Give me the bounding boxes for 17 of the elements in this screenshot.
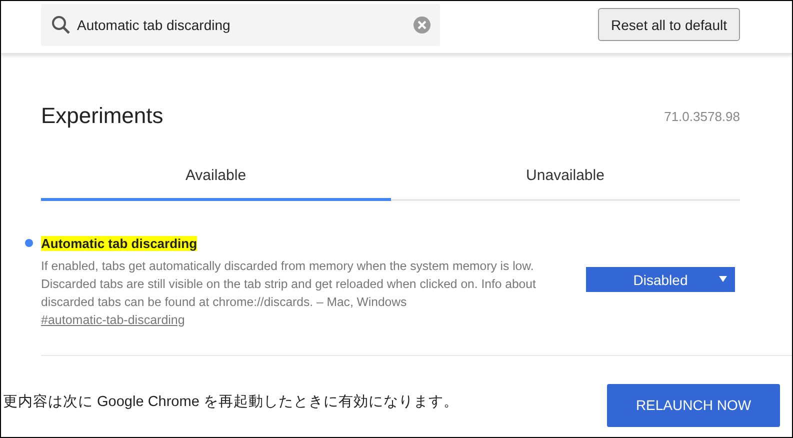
status-dot [25, 239, 33, 247]
experiment-description: If enabled, tabs get automatically discarded from memory when the system memory is low. Discarded tabs are still visible on the tab strip and get reloaded when clicked on. Info about discarded tabs can be found at chrome://discards. – Mac, Windows [41, 258, 537, 311]
search-input[interactable]: Automatic tab discarding [77, 17, 407, 33]
state-dropdown[interactable]: Disabled [586, 267, 735, 292]
tab[interactable]: Available [41, 157, 390, 201]
tab[interactable]: Unavailable [390, 157, 740, 201]
search-icon [51, 15, 71, 35]
reset-button[interactable]: Reset all to default [598, 8, 740, 41]
clear-icon[interactable] [413, 16, 431, 34]
relaunch-button[interactable]: RELAUNCH NOW [607, 384, 780, 426]
experiment-link[interactable]: #automatic-tab-discarding [41, 313, 185, 327]
experiment-title: Automatic tab discarding [41, 236, 198, 251]
page-title: Experiments [41, 103, 164, 129]
relaunch-message: 更内容は次に Google Chrome を再起動したときに有効になります。 [3, 392, 458, 410]
version-label: 71.0.3578.98 [664, 108, 740, 124]
search-field[interactable]: Automatic tab discarding [41, 4, 440, 46]
caret-icon [719, 276, 727, 282]
